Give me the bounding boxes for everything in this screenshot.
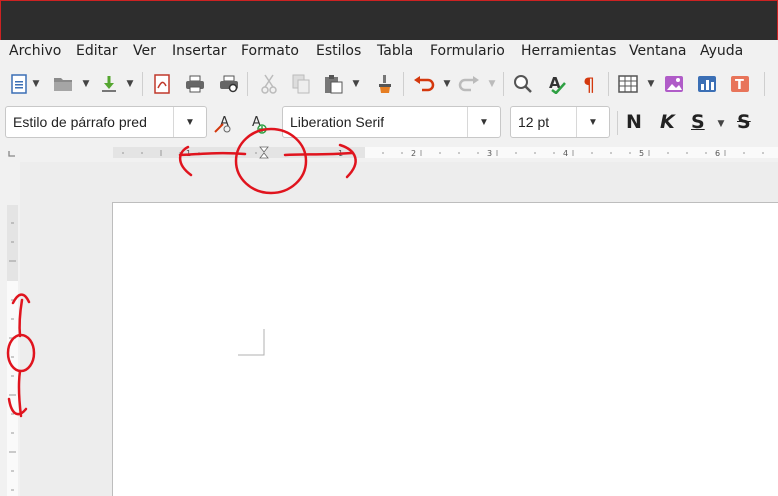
bold-button[interactable]: N xyxy=(626,111,642,133)
spellcheck-icon[interactable]: A xyxy=(546,73,568,95)
menu-archivo[interactable]: Archivo xyxy=(9,43,61,59)
ruler-number: 2 xyxy=(411,149,416,158)
italic-button[interactable]: K xyxy=(660,111,675,133)
menu-editar[interactable]: Editar xyxy=(76,43,117,59)
paragraph-style-combo[interactable]: Estilo de párrafo pred ▼ xyxy=(5,106,207,138)
window-titlebar xyxy=(0,0,778,40)
font-size-value: 12 pt xyxy=(518,114,550,130)
redo-icon[interactable] xyxy=(458,73,480,95)
chevron-down-icon[interactable]: ▼ xyxy=(717,113,725,135)
menu-insertar[interactable]: Insertar xyxy=(172,43,227,59)
toolbar-separator xyxy=(142,72,143,96)
svg-text:T: T xyxy=(735,78,744,93)
horizontal-ruler[interactable]: 1 1 2 3 4 5 6 xyxy=(113,146,778,160)
save-icon[interactable] xyxy=(98,73,120,95)
new-document-icon[interactable] xyxy=(8,73,30,95)
insert-textbox-icon[interactable]: T xyxy=(729,73,751,95)
chevron-down-icon[interactable]: ▼ xyxy=(443,73,451,95)
insert-image-icon[interactable] xyxy=(663,73,685,95)
menu-ver[interactable]: Ver xyxy=(133,43,156,59)
menu-formato[interactable]: Formato xyxy=(241,43,299,59)
menu-ventana[interactable]: Ventana xyxy=(629,43,687,59)
ruler-number: 1 xyxy=(186,149,191,158)
chevron-down-icon[interactable]: ▼ xyxy=(32,73,40,95)
toolbar-separator xyxy=(503,72,504,96)
font-size-combo[interactable]: 12 pt ▼ xyxy=(510,106,610,138)
print-preview-icon[interactable] xyxy=(218,73,240,95)
menu-estilos[interactable]: Estilos xyxy=(316,43,361,59)
toolbar-separator xyxy=(403,72,404,96)
menu-herramientas[interactable]: Herramientas xyxy=(521,43,616,59)
ruler-number: 6 xyxy=(715,149,720,158)
menu-bar: Archivo Editar Ver Insertar Formato Esti… xyxy=(0,40,778,64)
paragraph-style-value: Estilo de párrafo pred xyxy=(13,114,147,130)
formatting-marks-icon[interactable]: ¶ xyxy=(579,73,601,95)
chevron-down-icon[interactable]: ▼ xyxy=(126,73,134,95)
chevron-down-icon[interactable]: ▼ xyxy=(467,107,500,137)
menu-ayuda[interactable]: Ayuda xyxy=(700,43,743,59)
ruler-number: 1 xyxy=(338,149,343,158)
chevron-down-icon[interactable]: ▼ xyxy=(82,73,90,95)
vertical-ruler[interactable] xyxy=(6,205,19,496)
chevron-down-icon[interactable]: ▼ xyxy=(576,107,609,137)
insert-table-icon[interactable] xyxy=(617,73,639,95)
standard-toolbar: ▼ ▼ ▼ ▼ ▼ ▼ A ¶ ▼ T xyxy=(0,64,778,104)
menu-tabla[interactable]: Tabla xyxy=(377,43,413,59)
toolbar-separator xyxy=(764,72,765,96)
strikethrough-button[interactable]: S xyxy=(737,111,751,133)
toolbar-separator xyxy=(617,111,618,135)
cut-icon[interactable] xyxy=(258,73,280,95)
chevron-down-icon[interactable]: ▼ xyxy=(352,73,360,95)
find-replace-icon[interactable] xyxy=(512,73,534,95)
new-style-icon[interactable]: A xyxy=(246,112,268,134)
paste-icon[interactable] xyxy=(322,73,344,95)
undo-icon[interactable] xyxy=(413,73,435,95)
menu-formulario[interactable]: Formulario xyxy=(430,43,505,59)
toolbar-separator xyxy=(608,72,609,96)
open-folder-icon[interactable] xyxy=(52,73,74,95)
chevron-down-icon[interactable]: ▼ xyxy=(488,73,496,95)
copy-icon[interactable] xyxy=(290,73,312,95)
insert-chart-icon[interactable] xyxy=(696,73,718,95)
font-name-combo[interactable]: Liberation Serif ▼ xyxy=(282,106,501,138)
clone-format-icon[interactable] xyxy=(374,73,396,95)
export-pdf-icon[interactable] xyxy=(151,73,173,95)
toolbar-separator xyxy=(247,72,248,96)
ruler-number: 3 xyxy=(487,149,492,158)
font-name-value: Liberation Serif xyxy=(290,114,385,130)
tab-stop-icon[interactable] xyxy=(8,150,18,158)
chevron-down-icon[interactable]: ▼ xyxy=(173,107,206,137)
text-boundary-corner xyxy=(238,329,265,356)
chevron-down-icon[interactable]: ▼ xyxy=(647,73,655,95)
svg-text:¶: ¶ xyxy=(583,74,595,94)
document-page[interactable] xyxy=(112,202,778,496)
underline-button[interactable]: S xyxy=(691,111,705,133)
update-style-icon[interactable]: A xyxy=(213,112,235,134)
ruler-number: 4 xyxy=(563,149,568,158)
print-icon[interactable] xyxy=(184,73,206,95)
ruler-number: 5 xyxy=(639,149,644,158)
